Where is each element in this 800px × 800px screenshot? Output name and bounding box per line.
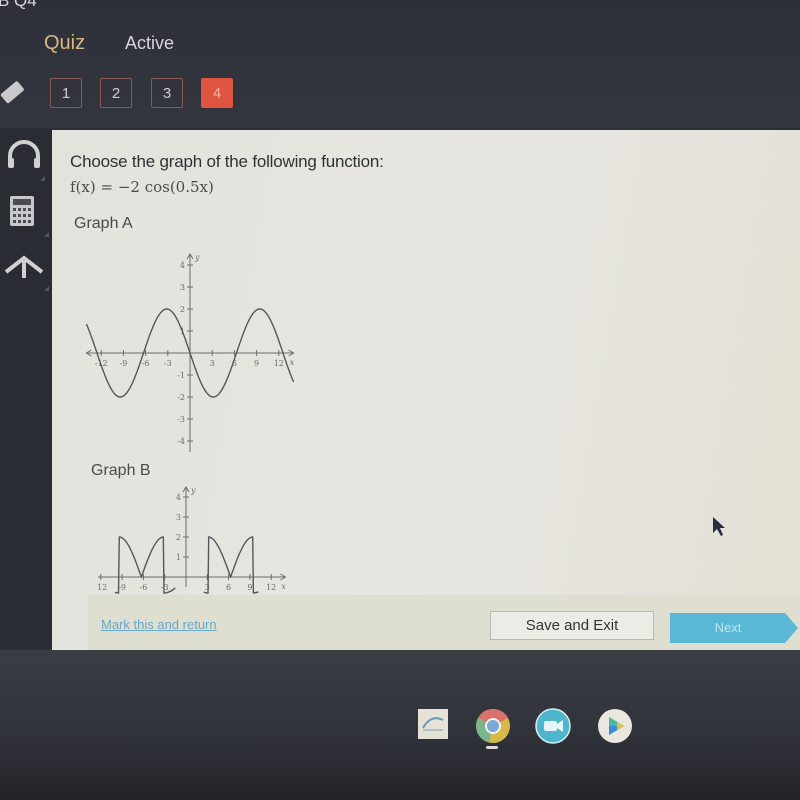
y-tick-label: 3: [176, 513, 181, 522]
x-tick-label: -12: [98, 583, 107, 592]
x-axis-label: x: [281, 582, 286, 591]
y-tick-label: 4: [180, 261, 185, 270]
y-axis-label: y: [194, 253, 200, 262]
y-tick-label: 1: [176, 553, 181, 562]
y-tick-label: -1: [177, 371, 185, 380]
graph-b-label: Graph B: [91, 462, 151, 479]
active-app-indicator: [486, 746, 498, 749]
launcher-app-icon[interactable]: [417, 708, 449, 740]
left-sidebar: [0, 128, 52, 648]
pencil-icon[interactable]: [0, 80, 26, 108]
x-tick-label: 12: [266, 583, 276, 592]
x-tick-label: 9: [247, 583, 252, 592]
tab-quiz[interactable]: Quiz: [44, 32, 85, 55]
graph-a-option[interactable]: yx-12 -9 -6 -3 3 6 9 12-4-3-2-11234: [80, 235, 310, 455]
y-tick-label: -3: [177, 415, 185, 424]
y-tick-label: 3: [180, 283, 185, 292]
question-nav-2[interactable]: 2: [100, 78, 132, 108]
calculator-icon[interactable]: [4, 192, 44, 232]
graph-b-option[interactable]: yx-12-9-6-3369121234: [98, 480, 313, 595]
y-tick-label: 4: [176, 493, 181, 502]
window-title: B Q4: [0, 0, 37, 10]
headphones-icon[interactable]: [4, 136, 44, 176]
y-tick-label: 2: [176, 533, 181, 542]
next-button[interactable]: Next: [670, 613, 798, 643]
y-tick-label: 2: [180, 305, 185, 314]
question-nav-1[interactable]: 1: [50, 78, 82, 108]
mark-and-return-link[interactable]: Mark this and return: [101, 617, 217, 632]
x-tick-label: 9: [254, 359, 259, 368]
tab-active[interactable]: Active: [125, 33, 174, 54]
x-tick-label: -6: [142, 359, 150, 368]
x-axis-label: x: [290, 358, 295, 367]
x-tick-label: 3: [210, 359, 215, 368]
x-tick-label: 6: [226, 583, 231, 592]
question-nav-3[interactable]: 3: [151, 78, 183, 108]
x-tick-label: 3: [205, 583, 210, 592]
graph-a-label: Graph A: [74, 215, 133, 232]
x-tick-label: -3: [164, 359, 172, 368]
question-prompt: Choose the graph of the following functi…: [70, 152, 384, 171]
os-shelf: [0, 650, 800, 800]
x-tick-label: -6: [140, 583, 148, 592]
mouse-cursor-icon: [713, 517, 725, 536]
question-formula: f(x) = −2 cos(0.5x): [70, 178, 214, 196]
expand-triangle: [40, 176, 45, 181]
next-button-label: Next: [714, 620, 742, 635]
x-tick-label: -3: [161, 583, 169, 592]
expand-triangle: [44, 286, 49, 291]
question-nav-4[interactable]: 4: [201, 78, 233, 108]
meet-icon[interactable]: [535, 708, 571, 744]
chrome-icon[interactable]: [475, 708, 511, 744]
x-tick-label: -9: [120, 359, 128, 368]
play-store-icon[interactable]: [597, 708, 633, 744]
top-bar: B Q4 Quiz Active 1 2 3 4: [0, 0, 800, 128]
reference-icon[interactable]: [4, 246, 44, 286]
y-tick-label: -2: [177, 393, 185, 402]
y-axis-label: y: [190, 486, 196, 495]
x-tick-label: -9: [118, 583, 126, 592]
y-tick-label: -4: [177, 437, 185, 446]
expand-triangle: [44, 232, 49, 237]
save-and-exit-button[interactable]: Save and Exit: [490, 611, 654, 640]
x-tick-label: 12: [274, 359, 284, 368]
